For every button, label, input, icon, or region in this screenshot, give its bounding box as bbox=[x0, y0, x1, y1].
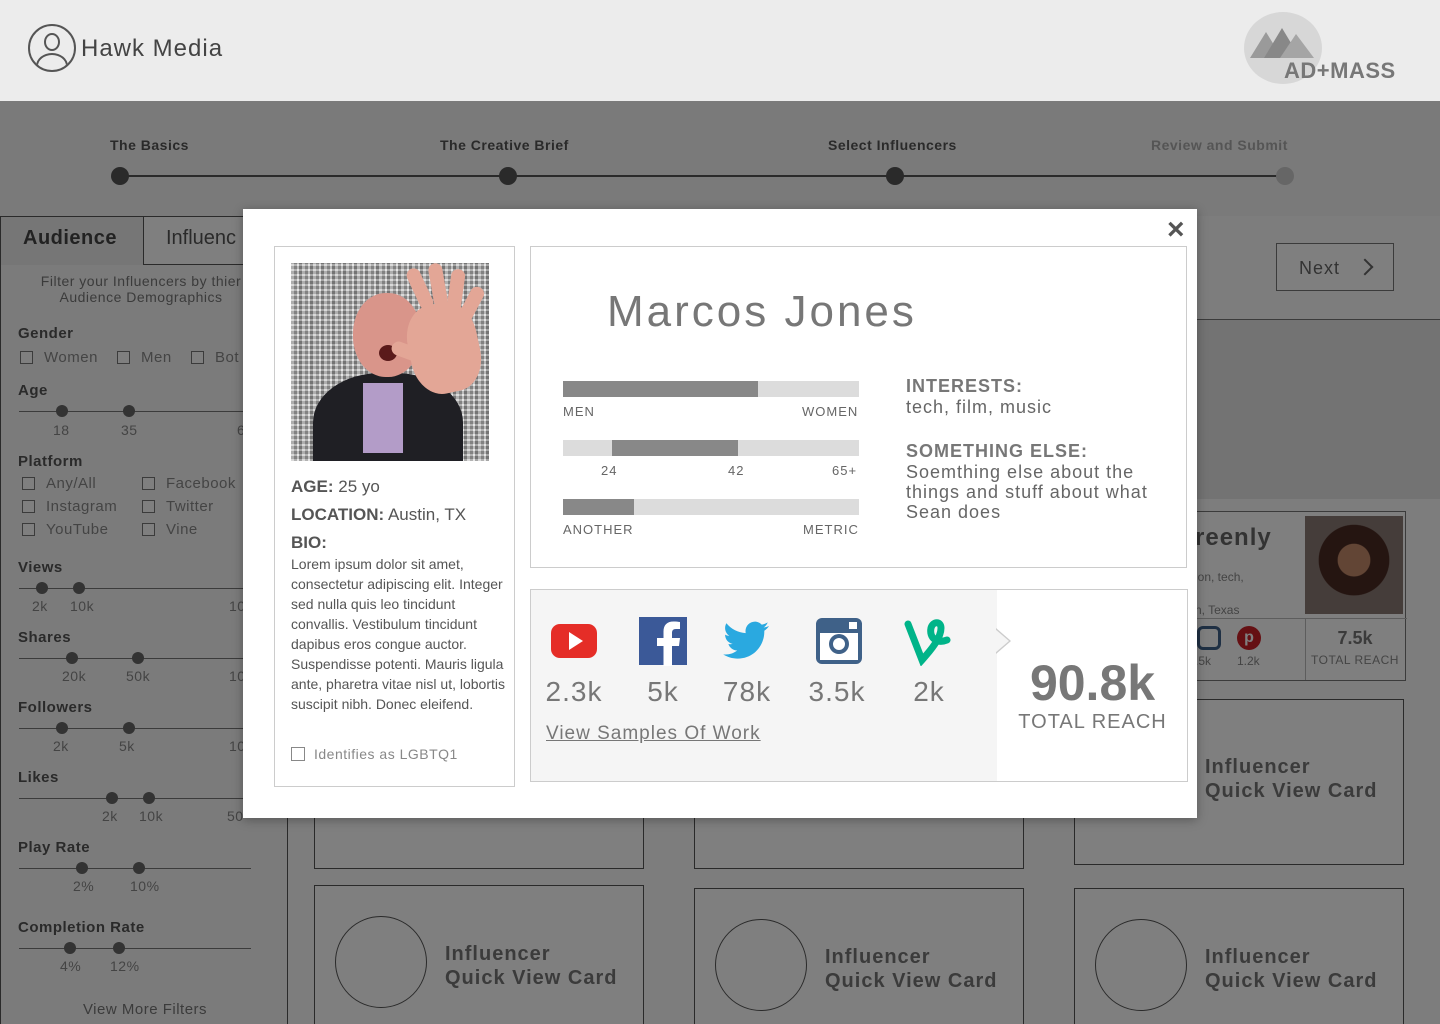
location-info: LOCATION: Austin, TX bbox=[291, 505, 467, 524]
age-range-fill bbox=[611, 440, 738, 456]
total-reach-value: 90.8k bbox=[1029, 655, 1156, 711]
age-bar-tick-24: 24 bbox=[601, 463, 618, 478]
gender-split-fill bbox=[563, 381, 759, 397]
vine-icon[interactable] bbox=[903, 616, 953, 666]
instagram-icon[interactable] bbox=[814, 616, 864, 666]
reach-arrow-inner bbox=[995, 629, 1009, 653]
something-else-label: SOMETHING ELSE: bbox=[906, 441, 1089, 461]
lgbtq-label: Identifies as LGBTQ1 bbox=[314, 746, 458, 762]
something-else-value: Soemthing else about the things and stuf… bbox=[906, 462, 1148, 522]
profile-card: AGE: 25 yo LOCATION: Austin, TX BIO: Lor… bbox=[274, 246, 515, 787]
twitter-icon[interactable] bbox=[722, 616, 772, 666]
gender-bar-left-label: MEN bbox=[563, 404, 595, 419]
age-bar-tick-42: 42 bbox=[728, 463, 745, 478]
another-metric-bar bbox=[563, 499, 859, 515]
vine-count: 2k bbox=[913, 676, 945, 707]
age-bar-tick-65: 65+ bbox=[832, 463, 858, 478]
user-avatar-icon[interactable] bbox=[28, 24, 76, 72]
stats-card: Marcos Jones MEN WOMEN 24 42 65+ ANOTHER… bbox=[530, 246, 1187, 568]
influencer-photo bbox=[291, 263, 489, 461]
view-samples-link[interactable]: View Samples Of Work bbox=[546, 723, 761, 745]
metric-bar-left-label: ANOTHER bbox=[563, 522, 634, 537]
lgbtq-checkbox[interactable] bbox=[291, 747, 305, 761]
age-range-bar bbox=[563, 440, 859, 456]
total-reach-label: TOTAL REACH bbox=[1018, 711, 1167, 733]
bio-text: Lorem ipsum dolor sit amet, consectetur … bbox=[291, 556, 506, 712]
facebook-count: 5k bbox=[647, 676, 679, 707]
influencer-name: Marcos Jones bbox=[607, 287, 917, 336]
twitter-count: 78k bbox=[722, 676, 772, 707]
total-reach-card: 90.8k TOTAL REACH bbox=[995, 589, 1188, 782]
youtube-icon[interactable] bbox=[549, 616, 599, 666]
gender-bar-right-label: WOMEN bbox=[802, 404, 859, 419]
interests-value: tech, film, music bbox=[906, 397, 1053, 417]
youtube-count: 2.3k bbox=[545, 676, 603, 707]
interests-label: INTERESTS: bbox=[906, 376, 1024, 396]
another-metric-fill bbox=[563, 499, 635, 515]
age-info: AGE: 25 yo bbox=[291, 477, 380, 496]
close-icon[interactable]: × bbox=[1167, 215, 1185, 245]
influencer-detail-modal: × AGE: 25 yo LOCATION: Austin, TX BIO: L… bbox=[243, 209, 1197, 818]
brand-name: Hawk Media bbox=[81, 35, 224, 62]
admass-logo-text: AD+MASS bbox=[1284, 58, 1396, 83]
metric-bar-right-label: METRIC bbox=[803, 522, 859, 537]
instagram-count: 3.5k bbox=[808, 676, 866, 707]
gender-split-bar bbox=[563, 381, 859, 397]
social-reach-card: 2.3k 5k 78k 3.5k 2k View Samples Of Work bbox=[530, 589, 998, 782]
top-bar: Hawk Media AD+MASS bbox=[0, 0, 1440, 101]
facebook-icon[interactable] bbox=[638, 616, 688, 666]
bio-label: BIO: bbox=[291, 533, 327, 552]
